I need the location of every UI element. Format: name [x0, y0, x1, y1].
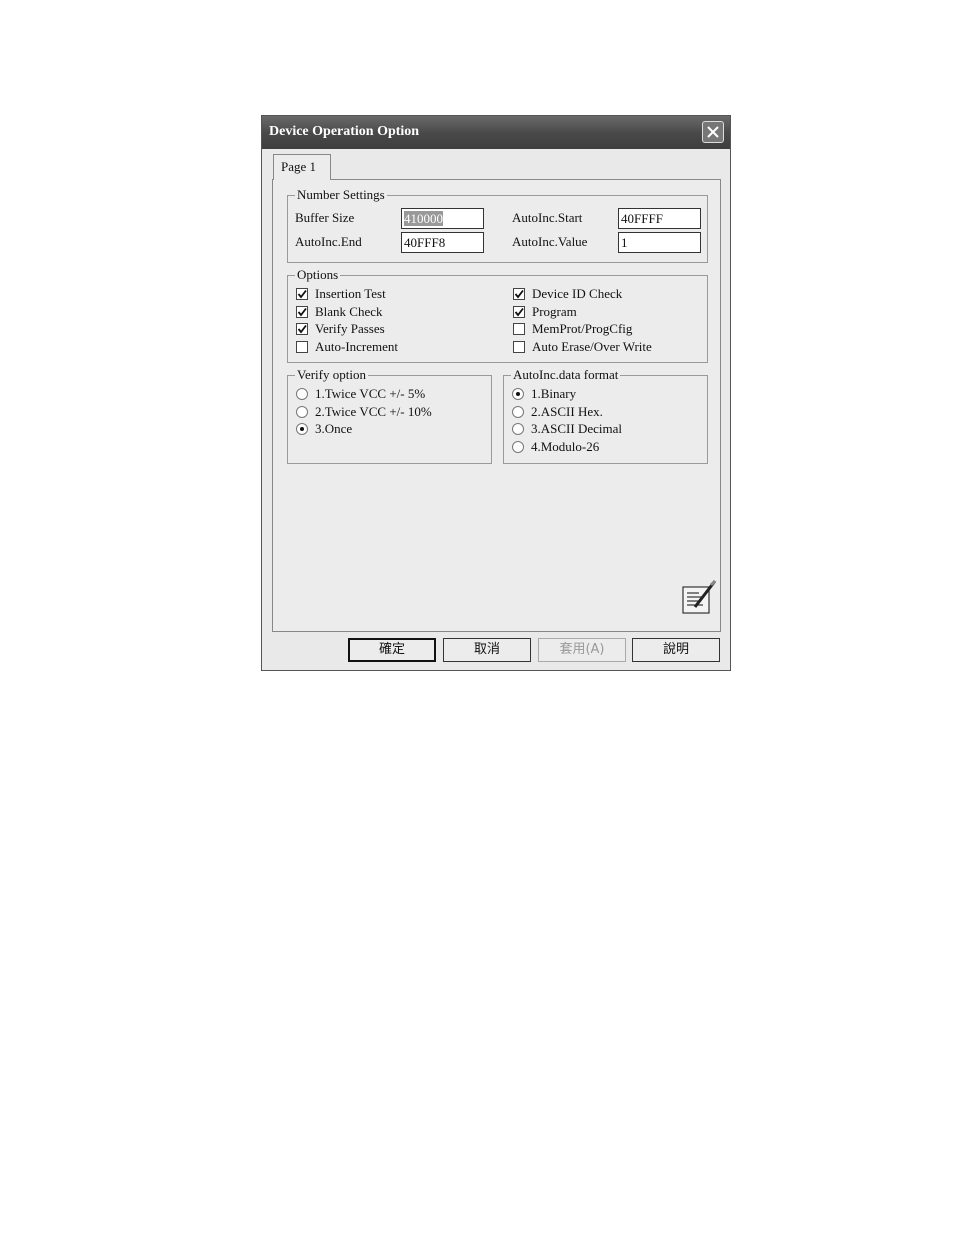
checkbox-label: Auto-Increment [315, 339, 399, 354]
checkbox-box [296, 341, 308, 353]
number-settings-group: Number Settings Buffer Size 410000 AutoI… [287, 187, 708, 263]
radio-circle [512, 423, 524, 435]
checkmark-icon [297, 307, 307, 317]
checkbox-box [296, 306, 308, 318]
autoinc-format-legend: AutoInc.data format [511, 367, 621, 383]
title-bar[interactable]: Device Operation Option [262, 116, 730, 149]
checkbox-box [513, 341, 525, 353]
radio-label: 1.Twice VCC +/- 5% [315, 386, 426, 401]
checkbox-label: Insertion Test [315, 286, 386, 301]
radio-circle [296, 406, 308, 418]
tab-label: Page 1 [281, 159, 317, 174]
ok-button[interactable]: 確定 [348, 638, 436, 662]
dialog-title: Device Operation Option [269, 124, 420, 139]
checkmark-icon [514, 307, 524, 317]
checkbox-label: MemProt/ProgCfig [532, 321, 633, 336]
checkmark-icon [297, 289, 307, 299]
checkbox-label: Verify Passes [315, 321, 385, 336]
radio-circle [512, 388, 524, 400]
checkbox-label: Auto Erase/Over Write [532, 339, 652, 354]
wizard-icon [682, 579, 717, 614]
radio-circle [512, 441, 524, 453]
checkbox-label: Blank Check [315, 304, 383, 319]
options-legend: Options [295, 267, 341, 283]
checkbox-label: Device ID Check [532, 286, 623, 301]
checkmark-icon [514, 289, 524, 299]
autoinc-end-label: AutoInc.End [295, 234, 362, 249]
autoinc-format-group: AutoInc.data format 1.Binary 2.ASCII Hex… [503, 367, 708, 464]
radio-circle [512, 406, 524, 418]
verify-option-group: Verify option 1.Twice VCC +/- 5% 2.Twice… [287, 367, 492, 464]
number-settings-legend: Number Settings [295, 187, 387, 203]
close-button[interactable] [702, 121, 724, 143]
buffer-size-input[interactable]: 410000 [401, 208, 484, 229]
verify-option-legend: Verify option [295, 367, 368, 383]
autoinc-value-input[interactable]: 1 [618, 232, 701, 253]
checkbox-box [513, 323, 525, 335]
autoinc-end-input[interactable]: 40FFF8 [401, 232, 484, 253]
tab-page: Number Settings Buffer Size 410000 AutoI… [272, 179, 721, 632]
radio-label: 3.Once [315, 421, 353, 436]
checkbox-label: Program [532, 304, 577, 319]
autoinc-value-label: AutoInc.Value [512, 234, 588, 249]
checkbox-box [513, 288, 525, 300]
checkbox-box [296, 323, 308, 335]
close-icon [707, 126, 719, 138]
autoinc-start-input[interactable]: 40FFFF [618, 208, 701, 229]
radio-circle [296, 423, 308, 435]
radio-label: 4.Modulo-26 [531, 439, 600, 454]
checkbox-box [513, 306, 525, 318]
apply-button[interactable]: 套用(A) [538, 638, 626, 662]
options-group: Options Insertion Test Blank Check Verif… [287, 267, 708, 363]
radio-label: 2.ASCII Hex. [531, 404, 603, 419]
radio-label: 2.Twice VCC +/- 10% [315, 404, 432, 419]
radio-dot [300, 427, 304, 431]
wizard-icon-button[interactable] [681, 579, 717, 615]
tab-page-1[interactable]: Page 1 [273, 154, 331, 180]
cancel-button[interactable]: 取消 [443, 638, 531, 662]
radio-label: 3.ASCII Decimal [531, 421, 622, 436]
autoinc-start-label: AutoInc.Start [512, 210, 583, 225]
buffer-size-label: Buffer Size [295, 210, 355, 225]
radio-circle [296, 388, 308, 400]
checkbox-box [296, 288, 308, 300]
help-button[interactable]: 說明 [632, 638, 720, 662]
checkmark-icon [297, 324, 307, 334]
radio-label: 1.Binary [531, 386, 577, 401]
radio-dot [516, 392, 520, 396]
device-operation-option-dialog: Device Operation Option Page 1 Number Se… [261, 115, 731, 671]
